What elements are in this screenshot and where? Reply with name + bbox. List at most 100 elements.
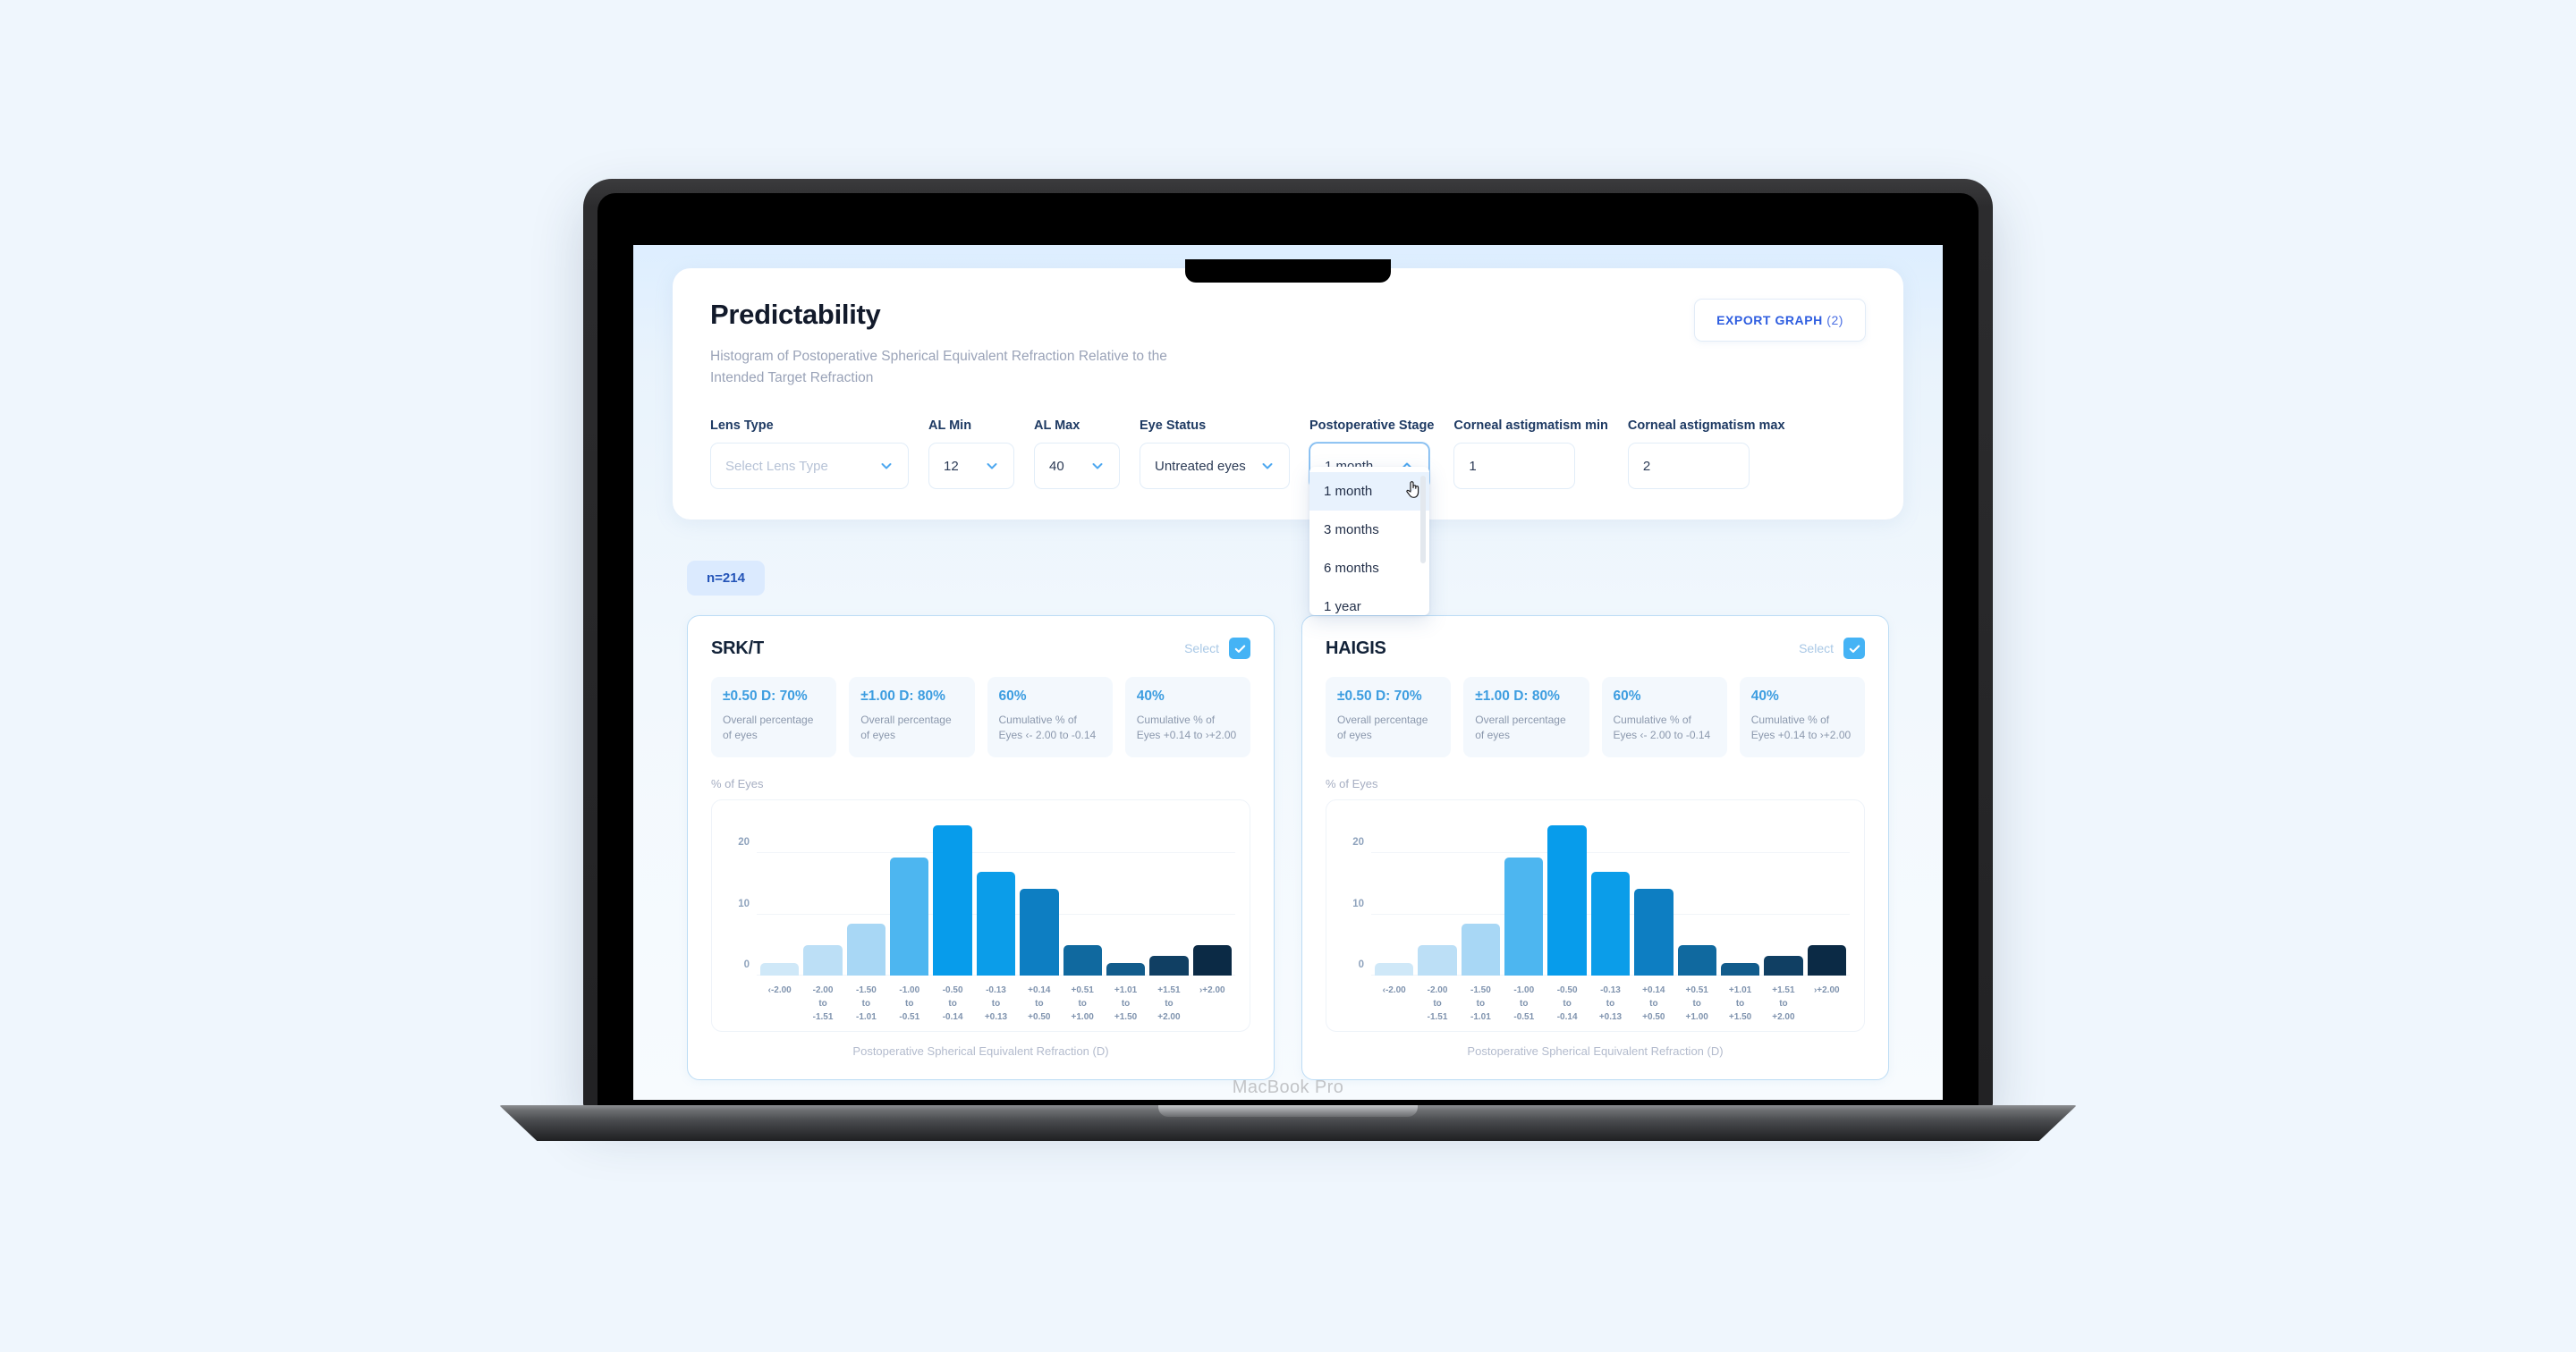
card-title: SRK/T xyxy=(711,638,765,658)
page-subtitle: Histogram of Postoperative Spherical Equ… xyxy=(710,349,1167,385)
metric-value: ±0.50 D: 70% xyxy=(1337,689,1422,705)
stage-option-6-months[interactable]: 6 months xyxy=(1309,549,1429,587)
filter-al-min: AL Min 12 xyxy=(928,418,1014,490)
card-title: HAIGIS xyxy=(1326,638,1386,658)
metric-tile: 40% Cumulative % of Eyes +0.14 to ›+2.00 xyxy=(1124,677,1250,758)
histogram-bar[interactable] xyxy=(1020,888,1059,976)
corneal-astigmatism-max-input[interactable]: 2 xyxy=(1627,443,1750,490)
card-select-control[interactable]: Select xyxy=(1799,638,1865,660)
filter-label: Eye Status xyxy=(1140,418,1207,434)
histogram-bar[interactable] xyxy=(1106,963,1146,976)
dropdown-scrollbar-thumb[interactable] xyxy=(1420,476,1426,564)
card-select-control[interactable]: Select xyxy=(1184,638,1250,660)
histogram-bar[interactable] xyxy=(760,963,800,976)
export-graph-count: (2) xyxy=(1826,313,1843,327)
grid-line xyxy=(757,852,1235,854)
y-axis-title: % of Eyes xyxy=(711,777,764,791)
export-graph-button[interactable]: EXPORT GRAPH (2) xyxy=(1694,299,1866,342)
sample-size-row: n=214 xyxy=(673,561,1903,596)
x-axis-tick-label: +1.51 to +2.00 xyxy=(1772,985,1795,1023)
metric-description: Overall percentage of eyes xyxy=(1337,714,1428,742)
chart-caption: Postoperative Spherical Equivalent Refra… xyxy=(1467,1044,1724,1059)
x-axis-tick-label: -0.50 to -0.14 xyxy=(1556,985,1578,1023)
x-axis-tick-label: -0.50 to -0.14 xyxy=(942,985,963,1023)
x-axis-tick-label: -0.13 to +0.13 xyxy=(1598,985,1623,1023)
select-checkbox[interactable] xyxy=(1229,638,1250,660)
histogram-bar[interactable] xyxy=(1418,944,1457,976)
histogram-bar[interactable] xyxy=(976,871,1016,976)
metric-description: Cumulative % of Eyes +0.14 to ›+2.00 xyxy=(1136,714,1237,742)
x-axis-tick-label: ›+2.00 xyxy=(1813,985,1840,996)
card-header: HAIGIS Select xyxy=(1326,638,1865,660)
screen-notch xyxy=(1185,259,1391,283)
check-icon xyxy=(1849,645,1860,653)
histogram-bar[interactable] xyxy=(1764,956,1803,976)
y-axis-title: % of Eyes xyxy=(1326,777,1378,791)
metric-tile: 60% Cumulative % of Eyes ‹- 2.00 to -0.1… xyxy=(987,677,1113,758)
y-axis: 0 10 20 xyxy=(1341,816,1371,976)
histogram-bar[interactable] xyxy=(1807,944,1846,976)
x-axis-tick-label: -1.00 to -0.51 xyxy=(1513,985,1535,1023)
filter-label: Corneal astigmatism min xyxy=(1453,418,1608,434)
select-checkbox[interactable] xyxy=(1843,638,1865,660)
x-axis-tick-label: -1.50 to -1.01 xyxy=(1470,985,1491,1023)
metric-value: ±1.00 D: 80% xyxy=(1475,689,1560,705)
al-min-value: 12 xyxy=(944,458,959,474)
formula-cards: SRK/T Select ±0.50 D: 70% Overall percen… xyxy=(673,615,1903,1081)
predictability-panel: Predictability Histogram of Postoperativ… xyxy=(673,268,1903,616)
al-max-value: 40 xyxy=(1049,458,1064,474)
stage-option-3-months[interactable]: 3 months xyxy=(1309,511,1429,549)
postoperative-stage-dropdown-menu[interactable]: 1 month 3 months 6 months 1 year xyxy=(1309,467,1429,616)
x-axis-tick-label: -2.00 to -1.51 xyxy=(1427,985,1448,1023)
filter-corneal-astigmatism-min: Corneal astigmatism min 1 xyxy=(1453,418,1608,490)
histogram-bar[interactable] xyxy=(1063,944,1102,976)
histogram-bar[interactable] xyxy=(890,858,929,976)
histogram-bar[interactable] xyxy=(1192,944,1232,976)
histogram-bar[interactable] xyxy=(1720,963,1760,976)
histogram-bar[interactable] xyxy=(1677,944,1716,976)
histogram-bar[interactable] xyxy=(1634,888,1674,976)
lens-type-select[interactable]: Select Lens Type xyxy=(710,443,909,490)
filter-corneal-astigmatism-max: Corneal astigmatism max 2 xyxy=(1627,418,1785,490)
filter-label: Corneal astigmatism max xyxy=(1627,418,1785,434)
histogram-bar[interactable] xyxy=(1149,956,1189,976)
macbook-pro-mockup: Predictability Histogram of Postoperativ… xyxy=(499,179,2077,1153)
histogram-bar[interactable] xyxy=(846,923,886,976)
corneal-astigmatism-min-input[interactable]: 1 xyxy=(1453,443,1576,490)
x-axis-tick-label: +0.51 to +1.00 xyxy=(1071,985,1094,1023)
histogram-bar[interactable] xyxy=(1590,871,1631,976)
histogram-bar[interactable] xyxy=(803,944,843,976)
stage-option-1-month[interactable]: 1 month xyxy=(1309,472,1429,511)
metric-tile: ±1.00 D: 80% Overall percentage of eyes xyxy=(1463,677,1589,758)
panel-header: Predictability Histogram of Postoperativ… xyxy=(710,299,1866,388)
histogram-bar[interactable] xyxy=(1461,923,1501,976)
x-axis-tick-label: +0.14 to +0.50 xyxy=(1642,985,1665,1023)
metric-description: Overall percentage of eyes xyxy=(723,714,814,742)
x-axis-tick-label: -1.50 to -1.01 xyxy=(856,985,877,1023)
metric-value: ±0.50 D: 70% xyxy=(723,689,808,705)
y-axis: 0 10 20 xyxy=(726,816,757,976)
al-max-select[interactable]: 40 xyxy=(1034,443,1120,490)
metric-description: Overall percentage of eyes xyxy=(860,714,952,742)
x-axis-tick-label: -2.00 to -1.51 xyxy=(812,985,834,1023)
plot-area xyxy=(757,816,1235,976)
metric-value: ±1.00 D: 80% xyxy=(860,689,945,705)
stage-option-1-year[interactable]: 1 year xyxy=(1309,587,1429,615)
metric-description: Overall percentage of eyes xyxy=(1475,714,1566,742)
filter-al-max: AL Max 40 xyxy=(1034,418,1120,490)
metric-value: 40% xyxy=(1136,689,1165,705)
histogram-bar[interactable] xyxy=(933,825,972,976)
filter-label: AL Min xyxy=(928,418,972,434)
histogram-bar[interactable] xyxy=(1504,858,1544,976)
al-min-select[interactable]: 12 xyxy=(928,443,1014,490)
eye-status-select[interactable]: Untreated eyes xyxy=(1140,443,1290,490)
histogram-bar[interactable] xyxy=(1375,963,1414,976)
histogram-bar[interactable] xyxy=(1547,825,1587,976)
x-axis-tick-label: -1.00 to -0.51 xyxy=(899,985,920,1023)
metric-value: 60% xyxy=(998,689,1027,705)
x-axis-tick-label: +1.51 to +2.00 xyxy=(1157,985,1181,1023)
y-axis-tick: 0 xyxy=(743,959,750,971)
select-label: Select xyxy=(1184,641,1219,656)
x-axis-tick-label: +1.01 to +1.50 xyxy=(1114,985,1138,1023)
histogram-chart-srkt: 0 10 20 ‹-2.00 -2.00 to -1.51 -1.50 to -1.01… xyxy=(711,799,1250,1033)
